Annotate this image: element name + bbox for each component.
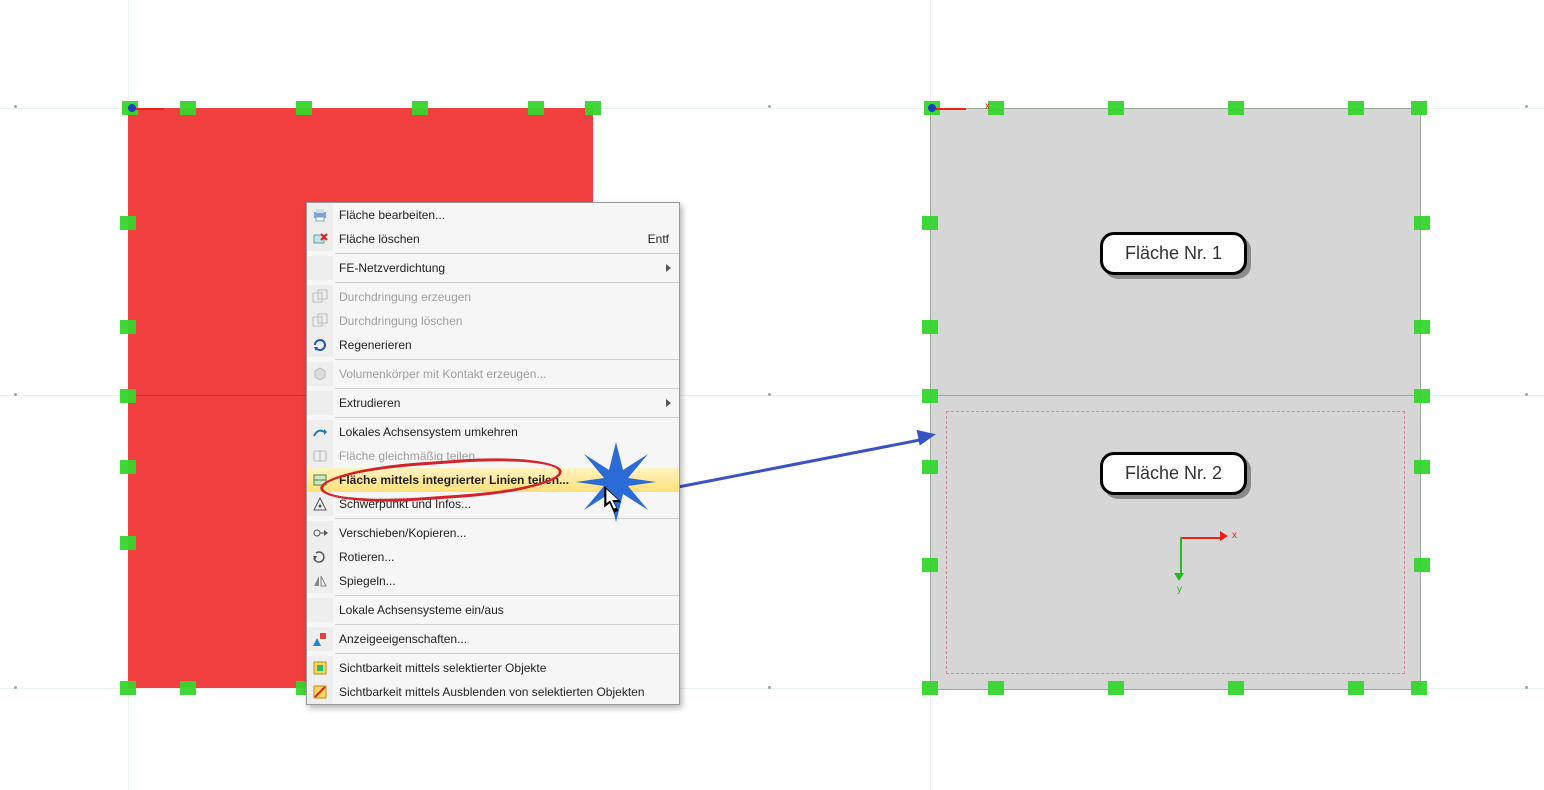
- menu-label: Sichtbarkeit mittels selektierter Objekt…: [333, 661, 679, 675]
- callout-surface-1: Fläche Nr. 1: [1100, 232, 1247, 275]
- menu-label: Lokales Achsensystem umkehren: [333, 425, 679, 439]
- selection-handle[interactable]: [585, 101, 601, 115]
- intersection-icon: [307, 285, 333, 309]
- menu-reverse-axis[interactable]: Lokales Achsensystem umkehren: [307, 420, 679, 444]
- selection-handle[interactable]: [922, 558, 938, 572]
- menu-local-axes-toggle[interactable]: Lokale Achsensysteme ein/aus: [307, 598, 679, 622]
- submenu-arrow-icon: [666, 264, 671, 272]
- axis-y-label: y: [1177, 584, 1182, 595]
- callout-text: Fläche Nr. 1: [1125, 243, 1222, 263]
- selection-handle[interactable]: [922, 460, 938, 474]
- menu-label: Spiegeln...: [333, 574, 679, 588]
- delete-surface-icon: [307, 227, 333, 251]
- solid-icon: [307, 362, 333, 386]
- menu-label: FE-Netzverdichtung: [333, 261, 679, 275]
- axis-x-label: x: [1232, 530, 1237, 541]
- selection-handle[interactable]: [922, 216, 938, 230]
- menu-intersection-create: Durchdringung erzeugen: [307, 285, 679, 309]
- visibility-hide-icon: [307, 680, 333, 704]
- display-props-icon: [307, 627, 333, 651]
- selection-handle[interactable]: [1108, 101, 1124, 115]
- menu-edit-surface[interactable]: Fläche bearbeiten...: [307, 203, 679, 227]
- refresh-icon: [307, 333, 333, 357]
- menu-label: Volumenkörper mit Kontakt erzeugen...: [333, 367, 679, 381]
- selection-handle[interactable]: [120, 536, 136, 550]
- selection-handle[interactable]: [1414, 320, 1430, 334]
- menu-fe-mesh[interactable]: FE-Netzverdichtung: [307, 256, 679, 280]
- selection-handle[interactable]: [1108, 681, 1124, 695]
- menu-label: Fläche löschen: [333, 232, 648, 246]
- menu-label: Durchdringung löschen: [333, 314, 679, 328]
- callout-text: Fläche Nr. 2: [1125, 463, 1222, 483]
- selection-handle[interactable]: [1414, 216, 1430, 230]
- menu-visibility-hide-selected[interactable]: Sichtbarkeit mittels Ausblenden von sele…: [307, 680, 679, 704]
- selection-handle[interactable]: [1348, 681, 1364, 695]
- selection-handle[interactable]: [1411, 681, 1427, 695]
- move-icon: [307, 521, 333, 545]
- menu-label: Sichtbarkeit mittels Ausblenden von sele…: [333, 685, 679, 699]
- selection-handle[interactable]: [922, 320, 938, 334]
- menu-label: Verschieben/Kopieren...: [333, 526, 679, 540]
- intersection-delete-icon: [307, 309, 333, 333]
- selection-handle[interactable]: [1348, 101, 1364, 115]
- printer-icon: [307, 203, 333, 227]
- selection-handle[interactable]: [988, 681, 1004, 695]
- selection-handle[interactable]: [120, 320, 136, 334]
- selection-handle[interactable]: [988, 101, 1004, 115]
- menu-shortcut: Entf: [648, 232, 679, 246]
- viewport[interactable]: Fläche Nr. 1 Fläche Nr. 2 x y x Fläche b…: [0, 0, 1544, 790]
- visibility-icon: [307, 656, 333, 680]
- menu-move-copy[interactable]: Verschieben/Kopieren...: [307, 521, 679, 545]
- submenu-arrow-icon: [666, 399, 671, 407]
- selection-handle[interactable]: [1414, 460, 1430, 474]
- cursor-icon: [604, 486, 626, 514]
- menu-label: Fläche bearbeiten...: [333, 208, 679, 222]
- selection-handle[interactable]: [528, 101, 544, 115]
- menu-label: Lokale Achsensysteme ein/aus: [333, 603, 679, 617]
- menu-label: Anzeigeeigenschaften...: [333, 632, 679, 646]
- blank-icon: [307, 391, 333, 415]
- menu-extrude[interactable]: Extrudieren: [307, 391, 679, 415]
- callout-surface-2: Fläche Nr. 2: [1100, 452, 1247, 495]
- selection-handle[interactable]: [922, 389, 938, 403]
- selection-handle[interactable]: [1228, 101, 1244, 115]
- menu-label: Durchdringung erzeugen: [333, 290, 679, 304]
- selection-handle[interactable]: [296, 101, 312, 115]
- selection-handle[interactable]: [180, 681, 196, 695]
- blank-icon: [307, 598, 333, 622]
- menu-label: Regenerieren: [333, 338, 679, 352]
- menu-visibility-selected[interactable]: Sichtbarkeit mittels selektierter Objekt…: [307, 656, 679, 680]
- selection-handle[interactable]: [180, 101, 196, 115]
- selection-handle[interactable]: [1414, 558, 1430, 572]
- rotate-icon: [307, 545, 333, 569]
- selection-handle[interactable]: [120, 460, 136, 474]
- selection-handle[interactable]: [120, 216, 136, 230]
- selection-handle[interactable]: [922, 681, 938, 695]
- menu-display-props[interactable]: Anzeigeeigenschaften...: [307, 627, 679, 651]
- selection-handle[interactable]: [120, 389, 136, 403]
- mirror-icon: [307, 569, 333, 593]
- selection-handle[interactable]: [1411, 101, 1427, 115]
- menu-intersection-delete: Durchdringung löschen: [307, 309, 679, 333]
- split-icon: [307, 444, 333, 468]
- menu-label: Rotieren...: [333, 550, 679, 564]
- menu-mirror[interactable]: Spiegeln...: [307, 569, 679, 593]
- axis-x-label: x: [985, 101, 990, 112]
- menu-solid-contact: Volumenkörper mit Kontakt erzeugen...: [307, 362, 679, 386]
- selection-handle[interactable]: [120, 681, 136, 695]
- menu-delete-surface[interactable]: Fläche löschen Entf: [307, 227, 679, 251]
- menu-rotate[interactable]: Rotieren...: [307, 545, 679, 569]
- selection-handle[interactable]: [1228, 681, 1244, 695]
- blank-icon: [307, 256, 333, 280]
- menu-label: Extrudieren: [333, 396, 679, 410]
- selection-handle[interactable]: [412, 101, 428, 115]
- menu-regenerate[interactable]: Regenerieren: [307, 333, 679, 357]
- axis-reverse-icon: [307, 420, 333, 444]
- selection-handle[interactable]: [1414, 389, 1430, 403]
